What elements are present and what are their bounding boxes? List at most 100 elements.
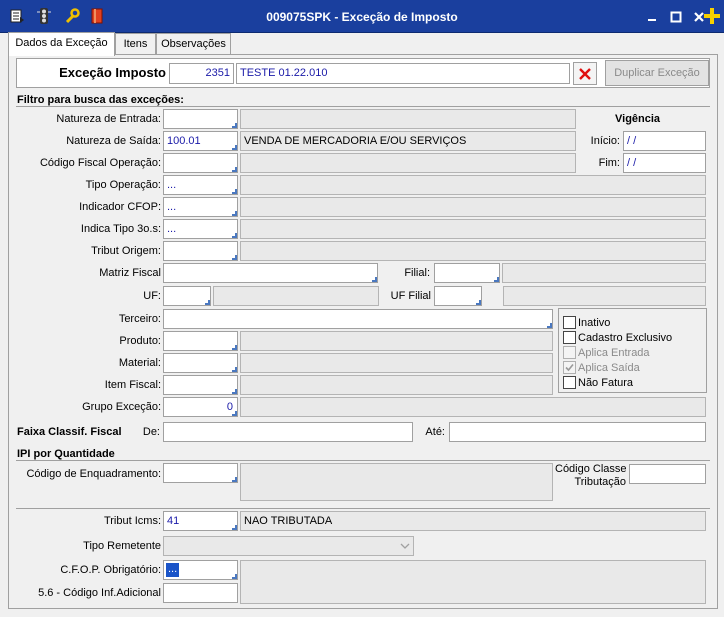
- clear-button[interactable]: [573, 62, 597, 85]
- produto-label: Produto:: [119, 335, 161, 347]
- indica-tipo-input[interactable]: ...: [163, 219, 238, 239]
- faixa-title: Faixa Classif. Fiscal: [17, 426, 122, 438]
- material-label: Material:: [118, 357, 161, 369]
- faixa-de-input[interactable]: [163, 422, 413, 442]
- terceiro-input[interactable]: [163, 309, 553, 329]
- indicador-cfop-input[interactable]: ...: [163, 197, 238, 217]
- faixa-de-label: De:: [142, 426, 160, 438]
- enquadramento-label: Código de Enquadramento:: [26, 468, 161, 480]
- window-title: 009075SPK - Exceção de Imposto: [266, 10, 458, 24]
- faixa-ate-input[interactable]: [449, 422, 706, 442]
- enquadramento-input[interactable]: [163, 463, 238, 483]
- uf-label: UF:: [143, 290, 161, 302]
- tribut-origem-input[interactable]: [163, 241, 238, 261]
- tribut-icms-input[interactable]: 41: [163, 511, 238, 531]
- filial-label: Filial:: [404, 267, 430, 279]
- tab-dados-excecao[interactable]: Dados da Exceção: [8, 32, 115, 56]
- tab-itens[interactable]: Itens: [115, 33, 156, 55]
- classe-input[interactable]: [629, 464, 706, 484]
- produto-input[interactable]: [163, 331, 238, 351]
- cadastro-exclusivo-label: Cadastro Exclusivo: [578, 332, 673, 344]
- aplica-entrada-label: Aplica Entrada: [578, 347, 650, 359]
- ipi-divider: [16, 460, 710, 461]
- excecao-imposto-label: Exceção Imposto: [59, 65, 166, 80]
- cfop-obrigatorio-label: C.F.O.P. Obrigatório:: [60, 564, 161, 576]
- grupo-excecao-input[interactable]: 0: [163, 397, 238, 417]
- vigencia-inicio-input[interactable]: / /: [623, 131, 706, 151]
- filial-input[interactable]: [434, 263, 500, 283]
- natureza-entrada-label: Natureza de Entrada:: [56, 113, 161, 125]
- title-bar: 009075SPK - Exceção de Imposto: [0, 0, 724, 33]
- classe-label-2: Tributação: [574, 476, 626, 488]
- indicador-cfop-label: Indicador CFOP:: [79, 201, 161, 213]
- ipi-title: IPI por Quantidade: [17, 448, 115, 460]
- vigencia-inicio-label: Início:: [590, 135, 620, 147]
- natureza-entrada-input[interactable]: [163, 109, 238, 129]
- tipo-operacao-label: Tipo Operação:: [85, 179, 161, 191]
- indicador-cfop-desc: [240, 197, 706, 217]
- vigencia-fim-label: Fim:: [598, 157, 620, 169]
- codigo-inf-label: 5.6 - Código Inf.Adicional: [38, 587, 161, 599]
- cfop-obrigatorio-input[interactable]: ...: [163, 560, 238, 580]
- produto-desc: [240, 331, 553, 351]
- faixa-ate-label: Até:: [425, 426, 445, 438]
- item-fiscal-desc: [240, 375, 553, 395]
- excecao-code-input[interactable]: 2351: [169, 63, 234, 84]
- natureza-saida-desc: VENDA DE MERCADORIA E/OU SERVIÇOS: [240, 131, 576, 151]
- codigo-inf-input[interactable]: [163, 583, 238, 603]
- tipo-remetente-label: Tipo Remetente: [83, 540, 161, 552]
- natureza-saida-label: Natureza de Saída:: [66, 135, 161, 147]
- uf-desc: [213, 286, 379, 306]
- uf-filial-input[interactable]: [434, 286, 482, 306]
- vigencia-fim-input[interactable]: / /: [623, 153, 706, 173]
- nao-fatura-checkbox[interactable]: [563, 376, 576, 389]
- natureza-saida-input[interactable]: 100.01: [163, 131, 238, 151]
- cfop-obrigatorio-value: ...: [166, 563, 180, 577]
- filtro-divider: [16, 106, 710, 107]
- checkmark-icon: [565, 363, 574, 372]
- add-icon[interactable]: [702, 6, 722, 26]
- grupo-excecao-label: Grupo Exceção:: [82, 401, 161, 413]
- material-desc: [240, 353, 553, 373]
- tribut-icms-desc: NAO TRIBUTADA: [240, 511, 706, 531]
- filial-desc: [502, 263, 706, 283]
- chevron-down-icon[interactable]: [396, 537, 413, 555]
- filtro-title: Filtro para busca das exceções:: [17, 94, 184, 106]
- tipo-operacao-input[interactable]: ...: [163, 175, 238, 195]
- item-fiscal-input[interactable]: [163, 375, 238, 395]
- uf-filial-desc: [503, 286, 706, 306]
- natureza-entrada-desc: [240, 109, 576, 129]
- matriz-fiscal-label: Matriz Fiscal: [99, 267, 161, 279]
- indica-tipo-desc: [240, 219, 706, 239]
- grupo-excecao-desc: [240, 397, 706, 417]
- aplica-entrada-checkbox: [563, 346, 576, 359]
- maximize-icon[interactable]: [668, 9, 684, 24]
- inativo-checkbox[interactable]: [563, 316, 576, 329]
- inativo-label: Inativo: [578, 317, 611, 329]
- clear-icon: [579, 67, 591, 80]
- matriz-fiscal-input[interactable]: [163, 263, 378, 283]
- tribut-origem-desc: [240, 241, 706, 261]
- duplicate-button: Duplicar Exceção: [605, 60, 709, 86]
- tipo-remetente-select[interactable]: [163, 536, 414, 556]
- codigo-fiscal-label: Código Fiscal Operação:: [39, 157, 161, 169]
- enquadramento-desc: [240, 463, 553, 501]
- tab-observacoes[interactable]: Observações: [156, 33, 231, 55]
- tribut-origem-label: Tribut Origem:: [91, 245, 161, 257]
- codigo-fiscal-input[interactable]: [163, 153, 238, 173]
- aplica-saida-label: Aplica Saída: [578, 362, 640, 374]
- item-fiscal-label: Item Fiscal:: [104, 379, 161, 391]
- vigencia-title: Vigência: [615, 113, 661, 125]
- minimize-icon[interactable]: [644, 9, 660, 24]
- excecao-description-input[interactable]: TESTE 01.22.010: [236, 63, 570, 84]
- uf-input[interactable]: [163, 286, 211, 306]
- tributacao-divider: [16, 508, 710, 509]
- cadastro-exclusivo-checkbox[interactable]: [563, 331, 576, 344]
- tipo-operacao-desc: [240, 175, 706, 195]
- tribut-icms-label: Tribut Icms:: [103, 515, 161, 527]
- material-input[interactable]: [163, 353, 238, 373]
- cfop-obrigatorio-desc: [240, 560, 706, 604]
- nao-fatura-label: Não Fatura: [578, 377, 634, 389]
- aplica-saida-checkbox: [563, 361, 576, 374]
- uf-filial-label: UF Filial: [390, 290, 431, 302]
